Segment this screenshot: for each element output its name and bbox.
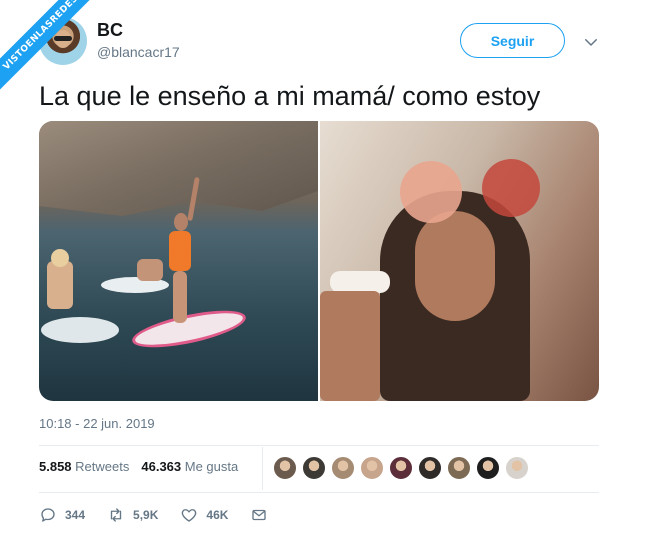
liker-avatar[interactable]: [302, 456, 326, 480]
likers-avatars: [273, 456, 529, 480]
liker-avatar[interactable]: [273, 456, 297, 480]
liker-avatar[interactable]: [505, 456, 529, 480]
liker-avatar[interactable]: [447, 456, 471, 480]
reply-button[interactable]: 344: [39, 506, 85, 524]
stats-separator: [262, 447, 263, 490]
liker-avatar[interactable]: [418, 456, 442, 480]
divider: [39, 492, 599, 493]
follow-button[interactable]: Seguir: [460, 23, 565, 58]
reply-icon: [41, 508, 55, 522]
liker-avatar[interactable]: [360, 456, 384, 480]
author-handle[interactable]: @blancacr17: [97, 44, 180, 60]
liker-avatar[interactable]: [331, 456, 355, 480]
author-name[interactable]: BC: [97, 20, 123, 41]
photo-drinks[interactable]: [320, 121, 599, 401]
liker-avatar[interactable]: [389, 456, 413, 480]
retweet-button[interactable]: 5,9K: [107, 506, 158, 524]
tweet-text: La que le enseño a mi mamá/ como estoy: [39, 81, 541, 111]
retweet-icon: [110, 508, 122, 522]
retweets-stat[interactable]: 5.858 Retweets: [39, 459, 129, 474]
liker-avatar[interactable]: [476, 456, 500, 480]
divider: [39, 445, 599, 446]
like-button[interactable]: 46K: [180, 506, 228, 524]
mail-icon: [252, 509, 267, 521]
tweet-card: VISTOENLASREDES BC @blancacr17 Seguir La…: [0, 0, 647, 550]
tweet-media[interactable]: [39, 121, 599, 401]
engagement-stats: 5.858 Retweets 46.363 Me gusta: [39, 459, 238, 474]
message-button[interactable]: [250, 506, 268, 524]
chevron-down-icon[interactable]: [582, 33, 600, 51]
tweet-actions: 344 5,9K 46K: [39, 506, 290, 524]
heart-icon: [182, 509, 197, 522]
likes-stat[interactable]: 46.363 Me gusta: [141, 459, 238, 474]
photo-paddleboard[interactable]: [39, 121, 318, 401]
tweet-timestamp[interactable]: 10:18 - 22 jun. 2019: [39, 416, 155, 431]
